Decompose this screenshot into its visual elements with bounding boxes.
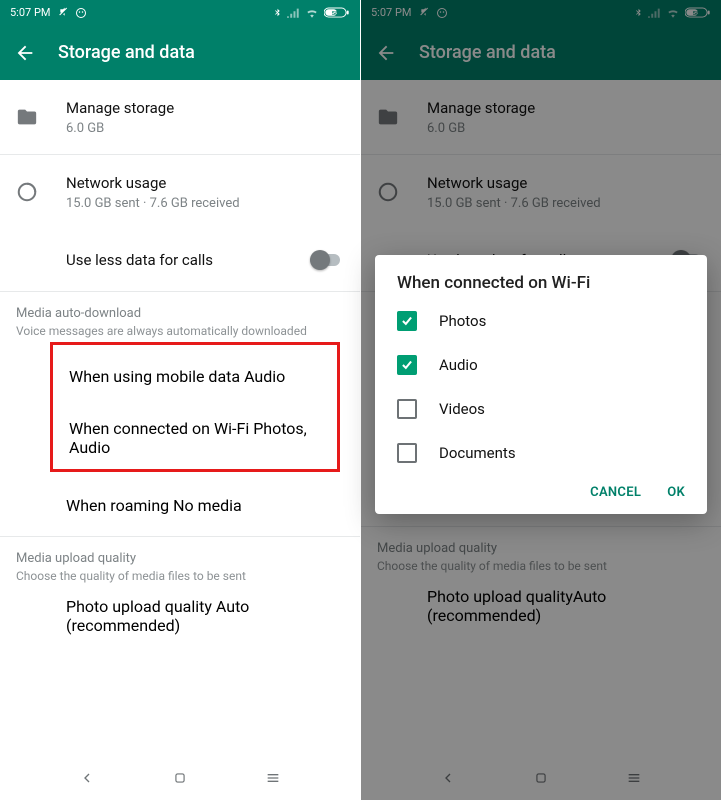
battery-icon: 58 [324, 6, 350, 19]
network-usage-sub: 15.0 GB sent · 7.6 GB received [66, 196, 344, 211]
mobile-data-row[interactable]: When using mobile data Audio [53, 345, 337, 407]
option-photos[interactable]: Photos [375, 299, 707, 343]
status-bar: 5:07 PM 58 [0, 0, 360, 25]
highlight-annotation: When using mobile data Audio When connec… [50, 342, 340, 472]
upload-quality-header: Media upload quality Choose the quality … [0, 537, 360, 585]
manage-storage-row[interactable]: Manage storage 6.0 GB [0, 80, 360, 154]
folder-icon [16, 106, 38, 128]
app-bar: Storage and data [0, 25, 360, 80]
wifi-icon [305, 7, 319, 18]
option-audio[interactable]: Audio [375, 343, 707, 387]
nav-recents[interactable] [253, 758, 293, 798]
status-time: 5:07 PM [10, 6, 50, 19]
back-button[interactable] [14, 42, 36, 64]
network-usage-row[interactable]: Network usage 15.0 GB sent · 7.6 GB rece… [0, 155, 360, 229]
checkbox-icon[interactable] [397, 311, 417, 331]
mobile-data-title: When using mobile data [69, 367, 240, 386]
checkbox-icon[interactable] [397, 443, 417, 463]
ok-button[interactable]: OK [667, 485, 685, 500]
page-title: Storage and data [58, 42, 195, 63]
roaming-row[interactable]: When roaming No media [0, 474, 360, 536]
checkbox-icon[interactable] [397, 355, 417, 375]
option-videos[interactable]: Videos [375, 387, 707, 431]
wifi-download-dialog: When connected on Wi-Fi Photos Audio Vid… [375, 255, 707, 514]
dialog-title: When connected on Wi-Fi [375, 255, 707, 299]
photo-quality-title: Photo upload quality [66, 597, 212, 616]
nav-bar [0, 756, 360, 800]
media-download-header: Media auto-download Voice messages are a… [0, 292, 360, 340]
bluetooth-icon [273, 6, 282, 19]
less-data-toggle[interactable] [310, 250, 344, 270]
mobile-data-sub: Audio [244, 367, 285, 386]
cancel-button[interactable]: CANCEL [590, 485, 641, 500]
less-data-title: Use less data for calls [66, 250, 310, 270]
signal-icon [287, 7, 300, 18]
wifi-title: When connected on Wi-Fi [69, 419, 249, 438]
svg-text:58: 58 [332, 11, 339, 17]
nav-home[interactable] [160, 758, 200, 798]
manage-storage-title: Manage storage [66, 98, 344, 118]
screen-right: 5:07 PM 58 Storage and data Manage stora… [361, 0, 721, 800]
less-data-row[interactable]: Use less data for calls [0, 229, 360, 291]
sticker-icon [75, 7, 87, 19]
manage-storage-sub: 6.0 GB [66, 121, 344, 136]
roaming-sub: No media [173, 496, 242, 515]
data-usage-icon [16, 181, 38, 203]
mute-icon [56, 6, 69, 19]
settings-content: Manage storage 6.0 GB Network usage 15.0… [0, 80, 360, 756]
option-documents[interactable]: Documents [375, 431, 707, 475]
wifi-row[interactable]: When connected on Wi-Fi Photos, Audio [53, 407, 337, 469]
photo-quality-row[interactable]: Photo upload quality Auto (recommended) [0, 585, 360, 647]
nav-back[interactable] [67, 758, 107, 798]
roaming-title: When roaming [66, 496, 169, 515]
checkbox-icon[interactable] [397, 399, 417, 419]
network-usage-title: Network usage [66, 173, 344, 193]
screen-left: 5:07 PM 58 Storage and data Manage stora… [0, 0, 360, 800]
